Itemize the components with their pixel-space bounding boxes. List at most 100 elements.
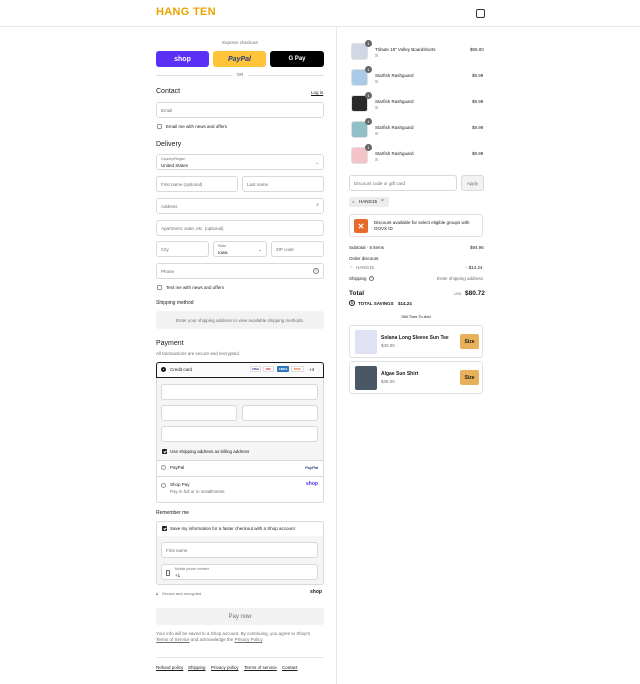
save-info-checkbox[interactable]	[162, 526, 167, 531]
discount-code-field[interactable]: Discount code or gift card	[349, 175, 457, 191]
phone-placeholder: Phone	[161, 269, 175, 274]
address-field[interactable]: Address ⌕	[156, 198, 324, 214]
card-security-field[interactable]	[242, 405, 318, 421]
govx-banner[interactable]: ✕ Discount available for select eligible…	[349, 214, 483, 237]
legal-text: Your info will be saved to a Shop accoun…	[156, 631, 326, 643]
help-icon[interactable]: ?	[313, 268, 319, 274]
shipping-value: Enter shipping address	[437, 276, 484, 281]
state-label: State	[218, 244, 227, 248]
refund-policy-link[interactable]: Refund policy	[156, 665, 183, 670]
upsell-size-button[interactable]: Size	[460, 370, 479, 385]
tag-icon: ⌂	[350, 264, 353, 269]
remember-first-name-placeholder: First name	[166, 548, 188, 553]
express-checkout-title: Express checkout	[222, 40, 258, 45]
contact-title: Contact	[156, 88, 181, 95]
product-name: Starfish Rashguard	[375, 125, 414, 130]
chevron-down-icon: ⌄	[315, 160, 319, 165]
remove-discount-icon[interactable]: ×	[381, 198, 384, 204]
state-select[interactable]: State Iowa ⌄	[213, 241, 267, 257]
shop-logo-icon: shop	[306, 481, 318, 487]
total-label: Total	[349, 290, 365, 297]
product-name: Starfish Rashguard	[375, 73, 414, 78]
first-name-field[interactable]: First name (optional)	[156, 176, 238, 192]
or-divider-right	[248, 75, 324, 76]
credit-card-label: Credit card	[170, 367, 193, 372]
subtotal-value: $94.96	[470, 245, 484, 250]
amex-icon: AMEX	[277, 366, 289, 372]
last-name-placeholder: Last name	[247, 182, 269, 187]
header: HANG TEN	[0, 0, 640, 27]
country-value: United States	[161, 163, 189, 168]
product-price: $9.99	[472, 125, 484, 130]
footer-divider	[156, 657, 324, 658]
hang-ten-logo[interactable]: HANG TEN	[156, 6, 216, 18]
shop-pay-radio[interactable]	[161, 483, 166, 488]
legal-and: and acknowledge the	[190, 637, 234, 642]
quantity-badge: 1	[365, 66, 372, 73]
secure-label: Secure and encrypted	[162, 591, 202, 596]
product-price: $9.99	[472, 73, 484, 78]
billing-address-checkbox[interactable]	[162, 449, 167, 454]
zip-placeholder: ZIP code	[276, 247, 294, 252]
billing-address-label: Use shipping address as billing address	[170, 449, 250, 454]
shopping-bag-icon[interactable]	[476, 9, 485, 18]
savings-icon: $	[349, 300, 355, 306]
email-field[interactable]: Email	[156, 102, 324, 118]
credit-card-radio[interactable]	[161, 367, 166, 372]
save-info-label: Save my information for a faster checkou…	[170, 526, 295, 531]
product-variant: S	[375, 53, 379, 58]
shop-terms-link[interactable]: Terms of Service	[156, 637, 190, 642]
paypal-button[interactable]: PayPal	[213, 51, 266, 67]
text-news-checkbox[interactable]	[157, 285, 162, 290]
shop-privacy-link[interactable]: Privacy Policy	[235, 637, 263, 642]
google-pay-button[interactable]: G Pay	[270, 51, 324, 67]
more-cards-label: +4	[309, 367, 315, 372]
state-value: Iowa	[218, 250, 228, 255]
pay-now-button[interactable]: Pay now	[156, 608, 324, 625]
mobile-phone-label: Mobile phone number	[175, 567, 209, 571]
shop-pay-button[interactable]: shop	[156, 51, 209, 67]
mobile-phone-value: +1	[175, 573, 181, 578]
phone-field[interactable]: Phone ?	[156, 263, 324, 279]
product-variant: S	[375, 79, 379, 84]
product-price: $55.00	[470, 47, 484, 52]
login-link[interactable]: Log in	[311, 90, 323, 95]
help-icon[interactable]: ?	[369, 276, 374, 281]
upsell-size-button[interactable]: Size	[460, 334, 479, 349]
apartment-field[interactable]: Apartment, suite, etc. (optional)	[156, 220, 324, 236]
zip-field[interactable]: ZIP code	[271, 241, 324, 257]
last-name-field[interactable]: Last name	[242, 176, 324, 192]
product-name: Starfish Rashguard	[375, 151, 414, 156]
card-name-field[interactable]	[161, 426, 318, 442]
card-number-field[interactable]	[161, 384, 318, 400]
shipping-link[interactable]: Shipping	[188, 665, 206, 670]
total-value: $80.72	[465, 290, 485, 297]
mobile-phone-field[interactable]: Mobile phone number +1	[161, 564, 318, 580]
city-field[interactable]: City	[156, 241, 209, 257]
paypal-radio[interactable]	[161, 465, 166, 470]
shipping-notice-text: Enter your shipping address to view avai…	[175, 318, 305, 323]
terms-of-service-link[interactable]: Terms of service	[244, 665, 277, 670]
card-expiry-field[interactable]	[161, 405, 237, 421]
shop-pay-subtitle: Pay in full or in installments	[170, 489, 225, 494]
privacy-policy-link[interactable]: Privacy policy	[211, 665, 239, 670]
email-news-checkbox[interactable]	[157, 124, 162, 129]
remember-first-name-field[interactable]: First name	[161, 542, 318, 558]
apply-button[interactable]: Apply	[461, 175, 484, 191]
upsell-price: $36.00	[381, 379, 395, 384]
currency-label: USD	[454, 292, 462, 296]
mastercard-icon: MC	[263, 366, 274, 372]
shop-logo-icon: shop	[310, 589, 322, 595]
product-name: Starfish Rashguard	[375, 99, 414, 104]
discount-amount: - $14.24	[466, 265, 483, 270]
first-name-placeholder: First name (optional)	[161, 182, 203, 187]
contact-link[interactable]: Contact	[282, 665, 298, 670]
email-news-label: Email me with news and offers	[166, 124, 227, 129]
column-divider	[336, 27, 337, 684]
order-discount-label: Order discount	[349, 256, 379, 261]
paypal-option-label: PayPal	[170, 465, 185, 470]
country-select[interactable]: Country/Region United States ⌄	[156, 154, 324, 170]
upsell-image	[355, 366, 377, 390]
quantity-badge: 1	[365, 118, 372, 125]
mobile-phone-icon	[166, 570, 170, 576]
